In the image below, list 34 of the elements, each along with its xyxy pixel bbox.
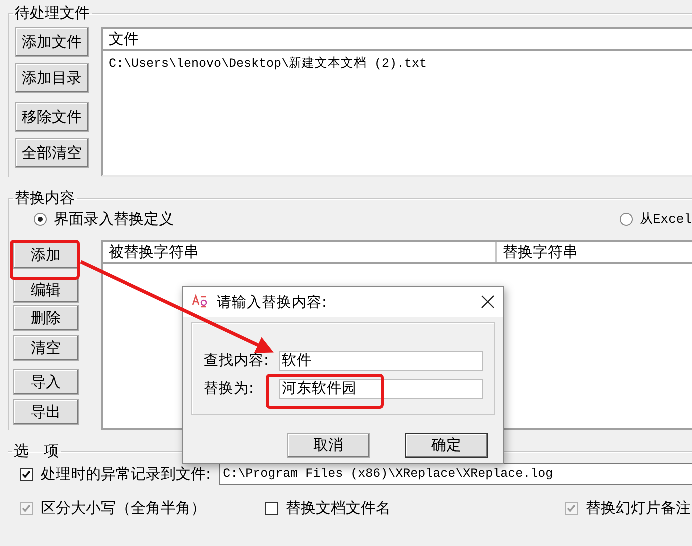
column-header[interactable]: 被替换字符串 <box>103 242 497 262</box>
group-title: 待处理文件 <box>14 4 91 23</box>
field-label: 查找内容: <box>204 352 270 370</box>
input-field[interactable]: 河东软件园 <box>279 378 483 398</box>
highlight-box <box>10 240 80 280</box>
dialog-title: 请输入替换内容: <box>217 294 328 312</box>
button[interactable]: 取消 <box>287 433 370 458</box>
radio-button[interactable] <box>620 212 633 226</box>
radio-label[interactable]: 界面录入替换定义 <box>54 210 174 228</box>
checkbox[interactable] <box>20 468 33 480</box>
column-header[interactable]: 文件 <box>103 29 145 49</box>
group-title: 选 项 <box>13 442 60 461</box>
button[interactable]: 导入 <box>13 369 79 395</box>
button[interactable]: 导出 <box>13 399 79 425</box>
button[interactable]: 添加文件 <box>15 27 89 57</box>
button[interactable]: 全部清空 <box>15 138 89 168</box>
radio-button[interactable] <box>34 212 47 226</box>
button[interactable]: 确定 <box>405 433 488 458</box>
column-header[interactable]: 替换字符串 <box>497 242 584 262</box>
checkbox-label[interactable]: 处理时的异常记录到文件: <box>41 464 212 484</box>
button[interactable]: 添加目录 <box>15 63 89 93</box>
button[interactable]: 删除 <box>13 305 79 331</box>
file-path[interactable]: C:\Users\lenovo\Desktop\新建文本文档 (2).txt <box>103 51 692 76</box>
button[interactable]: 清空 <box>13 335 79 361</box>
field-label: 替换为: <box>204 380 255 398</box>
group-title: 替换内容 <box>14 189 76 208</box>
input-field[interactable]: 软件 <box>279 350 483 370</box>
radio-label[interactable]: 从Excel <box>640 210 692 228</box>
checkbox-label[interactable]: 替换文档文件名 <box>286 499 391 518</box>
close-icon[interactable] <box>481 295 495 309</box>
log-path-field[interactable]: C:\Program Files (x86)\XReplace\XReplace.log <box>219 463 692 485</box>
button[interactable]: 移除文件 <box>15 102 89 132</box>
checkbox[interactable] <box>265 502 278 515</box>
button[interactable]: 添加 <box>13 241 79 269</box>
